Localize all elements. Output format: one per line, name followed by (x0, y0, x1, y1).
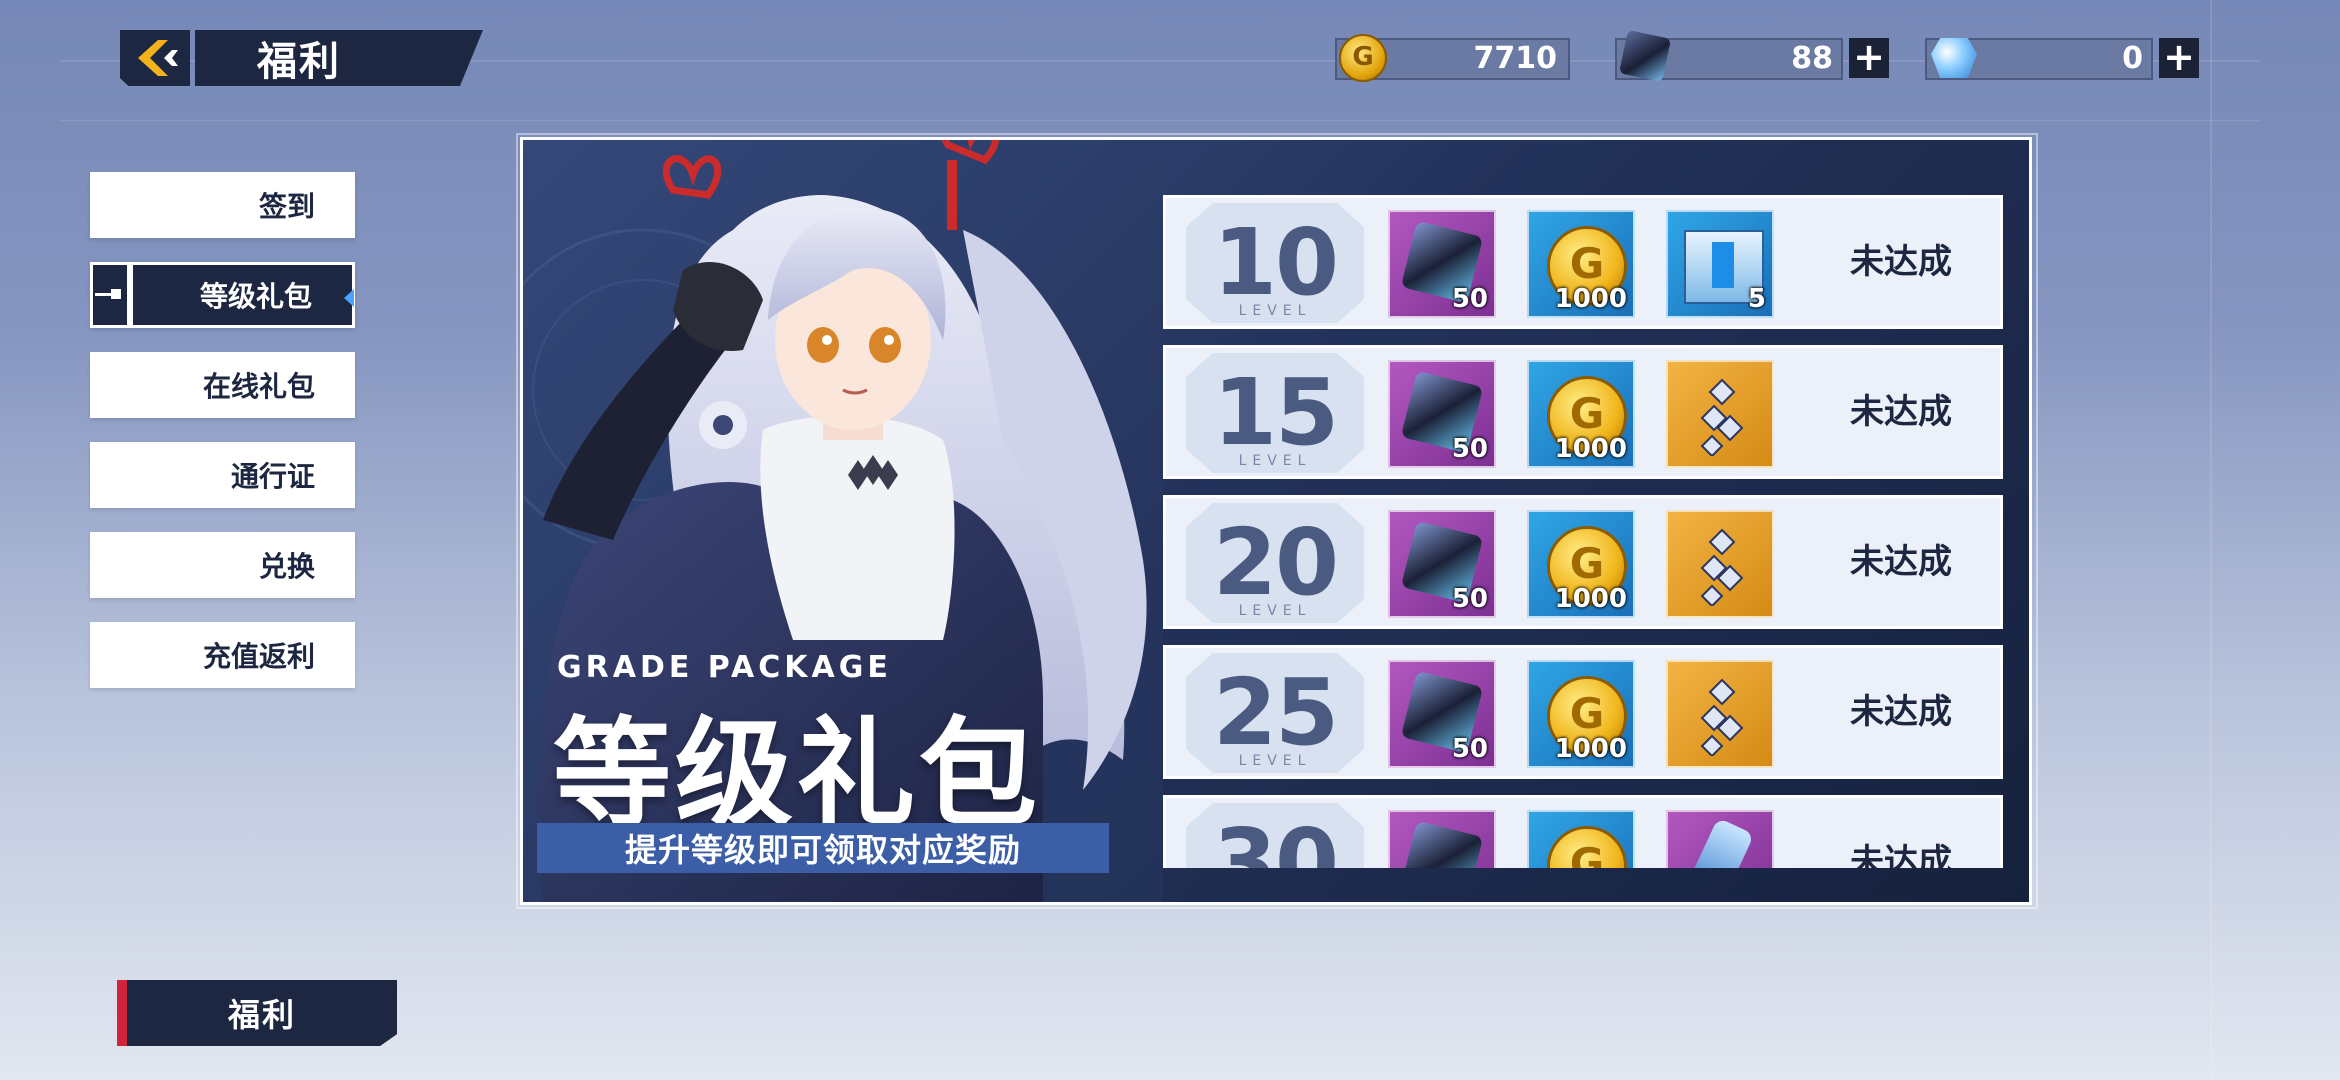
cube-icon (1400, 820, 1484, 868)
reward-item-tube[interactable] (1666, 810, 1774, 868)
gold-coin-icon: G (1339, 34, 1387, 82)
sidebar-item-label: 兑换 (258, 550, 315, 583)
reward-item-cube[interactable]: 50 (1388, 510, 1496, 618)
reward-item-parts[interactable] (1666, 660, 1774, 768)
level-number: 30 (1212, 809, 1339, 868)
reward-item-cube[interactable]: 50 (1388, 360, 1496, 468)
reward-item-parts[interactable] (1666, 510, 1774, 618)
reward-item-cube[interactable]: 50 (1388, 660, 1496, 768)
item-quantity: 50 (1451, 584, 1488, 614)
sidebar-item-online-package[interactable]: 在线礼包 (90, 352, 355, 418)
level-badge: 20 LEVEL (1186, 503, 1364, 623)
sidebar-item-label: 签到 (258, 190, 315, 223)
level-badge: 10 LEVEL (1186, 203, 1364, 323)
tube-icon (1681, 817, 1755, 868)
page-title: 福利 (257, 39, 341, 85)
banner-subtitle: 提升等级即可领取对应奖励 (537, 823, 1109, 873)
reward-status: 未达成 (1850, 242, 1952, 282)
item-quantity: 1000 (1554, 284, 1627, 314)
level-number: 15 (1212, 359, 1339, 466)
level-number: 10 (1212, 209, 1339, 316)
bg-divider (2210, 0, 2212, 1080)
sidebar-item-label: 通行证 (230, 460, 315, 493)
item-quantity: 1000 (1554, 734, 1627, 764)
reward-item-cube[interactable]: 50 (1388, 210, 1496, 318)
reward-item-parts[interactable] (1666, 360, 1774, 468)
active-marker-icon (91, 285, 125, 305)
level-caption: LEVEL (1238, 453, 1312, 469)
reward-row-level-25: 25 LEVEL 50 G 1000 未达成 (1163, 645, 2003, 779)
item-quantity: 1000 (1554, 584, 1627, 614)
gem-amount: 0 (2122, 41, 2143, 76)
crystal-icon (1931, 38, 1977, 78)
reward-status: 未达成 (1850, 542, 1952, 582)
back-arrow-icon (138, 40, 178, 76)
bottom-welfare-tab[interactable]: 福利 (117, 980, 397, 1046)
add-cube-button[interactable]: + (1849, 38, 1889, 78)
back-button[interactable] (120, 30, 190, 86)
parts-icon (1700, 678, 1744, 756)
parts-icon (1700, 528, 1744, 606)
cube-amount: 88 (1791, 41, 1833, 76)
bottom-tab-label: 福利 (227, 996, 296, 1034)
reward-row-level-20: 20 LEVEL 50 G 1000 未达成 (1163, 495, 2003, 629)
item-quantity: 1000 (1554, 434, 1627, 464)
level-badge: 15 LEVEL (1186, 353, 1364, 473)
add-gem-button[interactable]: + (2159, 38, 2199, 78)
currency-cube: 88 + (1615, 29, 1890, 83)
sidebar-item-sign-in[interactable]: 签到 (90, 172, 355, 238)
reward-status: 未达成 (1850, 842, 1952, 868)
level-caption: LEVEL (1238, 753, 1312, 769)
currency-gem: 0 + (1925, 38, 2200, 80)
sidebar-item-recharge-rebate[interactable]: 充值返利 (90, 622, 355, 688)
reward-row-level-30: 30 LEVEL G 未达成 (1163, 795, 2003, 868)
reward-row-level-15: 15 LEVEL 50 G 1000 未达成 (1163, 345, 2003, 479)
sidebar-item-grade-package[interactable]: 等级礼包 (90, 262, 355, 328)
reward-status: 未达成 (1850, 692, 1952, 732)
parts-icon (1700, 378, 1744, 456)
reward-item-coin[interactable]: G 1000 (1527, 510, 1635, 618)
grade-package-panel: GRADE PACKAGE 等级礼包 提升等级即可领取对应奖励 10 LEVEL… (520, 137, 2032, 905)
reward-item-coin[interactable]: G 1000 (1527, 660, 1635, 768)
item-quantity: 50 (1451, 284, 1488, 314)
sidebar-item-label: 充值返利 (202, 640, 315, 673)
reward-item-coin[interactable]: G (1527, 810, 1635, 868)
sidebar-item-pass[interactable]: 通行证 (90, 442, 355, 508)
gold-coin-icon: G (1547, 826, 1627, 868)
reward-list[interactable]: 10 LEVEL 50 G 1000 5 未达成 15 LEVEL 50 G 1… (1163, 195, 2003, 868)
bg-divider (60, 120, 2260, 121)
sidebar-item-exchange[interactable]: 兑换 (90, 532, 355, 598)
reward-status: 未达成 (1850, 392, 1952, 432)
page-title-tab: 福利 (195, 30, 483, 86)
level-badge: 30 LEVEL (1186, 803, 1364, 868)
reward-item-chest[interactable]: 5 (1666, 210, 1774, 318)
sidebar-item-label: 在线礼包 (202, 370, 315, 403)
cube-icon (1618, 29, 1672, 83)
reward-item-cube[interactable] (1388, 810, 1496, 868)
item-quantity: 50 (1451, 434, 1488, 464)
sidebar-item-label: 等级礼包 (199, 280, 312, 313)
level-caption: LEVEL (1238, 303, 1312, 319)
active-arrow-icon (344, 289, 354, 307)
level-number: 25 (1212, 659, 1339, 766)
level-number: 20 (1212, 509, 1339, 616)
reward-item-coin[interactable]: G 1000 (1527, 210, 1635, 318)
item-quantity: 50 (1451, 734, 1488, 764)
reward-row-level-10: 10 LEVEL 50 G 1000 5 未达成 (1163, 195, 2003, 329)
currency-gold: G 7710 (1335, 34, 1570, 82)
level-caption: LEVEL (1238, 603, 1312, 619)
gold-amount: 7710 (1473, 41, 1558, 76)
item-quantity: 5 (1747, 284, 1766, 314)
active-edge (127, 265, 133, 325)
reward-item-coin[interactable]: G 1000 (1527, 360, 1635, 468)
level-badge: 25 LEVEL (1186, 653, 1364, 773)
